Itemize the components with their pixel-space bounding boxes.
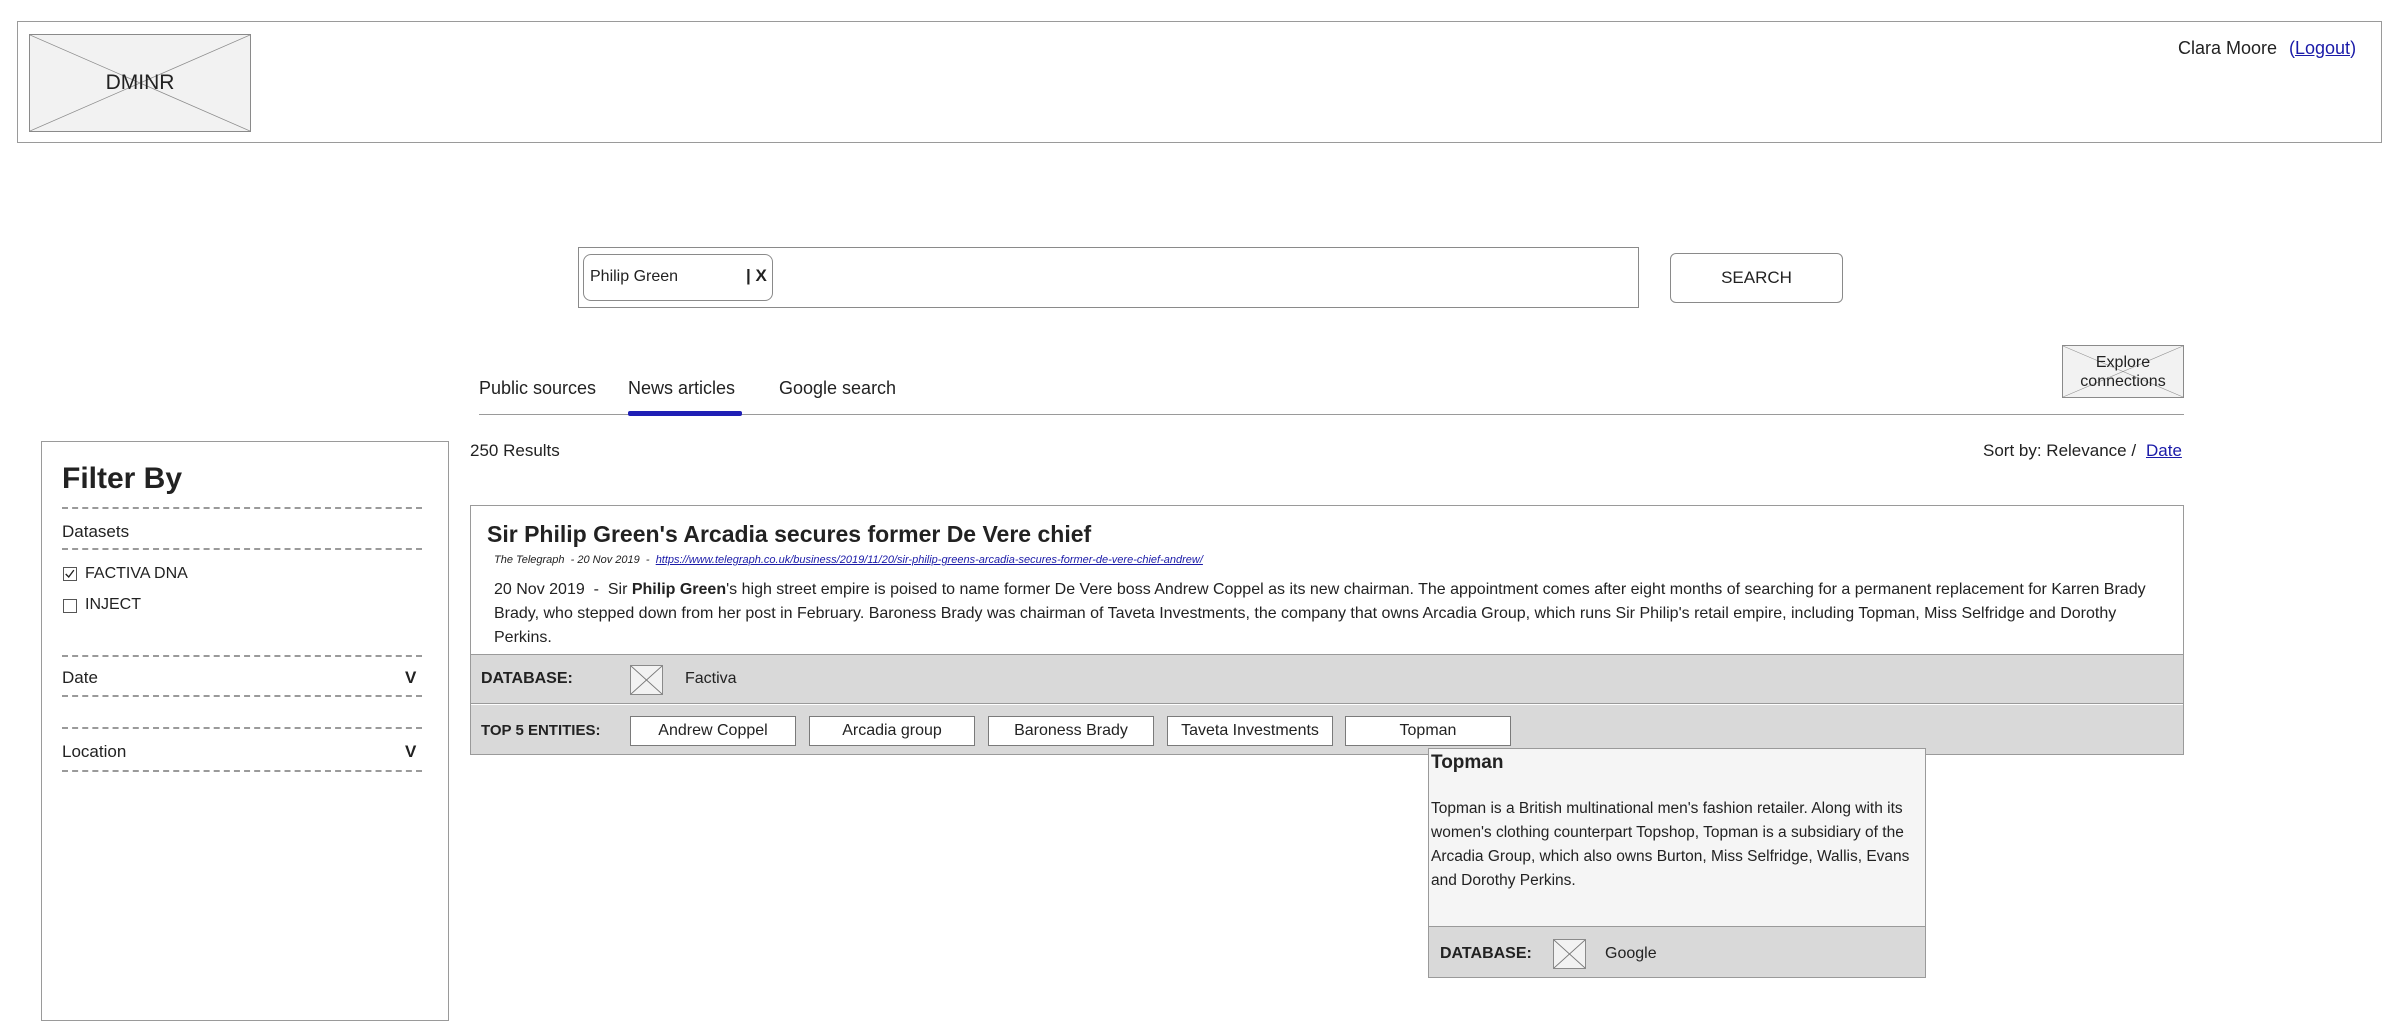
divider: [62, 727, 422, 729]
explore-connections-button[interactable]: Explore connections: [2062, 345, 2184, 398]
date-filter-label: Date: [62, 668, 98, 687]
article-snippet: 20 Nov 2019 - Sir Philip Green's high st…: [494, 581, 2146, 646]
divider: [62, 695, 422, 697]
entity-chip[interactable]: Arcadia group: [809, 716, 975, 746]
logout-paren-close: ): [2350, 38, 2357, 58]
search-chip-text: Philip Green: [590, 268, 679, 285]
meta-separator: -: [642, 554, 653, 566]
sort-by-date-link[interactable]: Date: [2146, 441, 2182, 461]
article-url-link[interactable]: https://www.telegraph.co.uk/business/201…: [656, 554, 1203, 566]
entity-chip[interactable]: Baroness Brady: [988, 716, 1154, 746]
meta-separator: -: [567, 554, 578, 566]
factiva-dna-label: FACTIVA DNA: [85, 565, 188, 582]
tab-news-articles[interactable]: News articles: [628, 378, 735, 399]
popup-database-value: Google: [1605, 945, 1657, 962]
snippet-text: 's high street empire is poised to name …: [494, 581, 2146, 646]
popup-database-label: DATABASE:: [1440, 945, 1532, 962]
logout-link-wrapper: (Logout): [2289, 38, 2356, 59]
snippet-date: 20 Nov 2019: [494, 581, 585, 598]
divider: [62, 770, 422, 772]
popup-description: Topman is a British multinational men's …: [1431, 800, 1910, 889]
article-title[interactable]: Sir Philip Green's Arcadia secures forme…: [487, 521, 1091, 548]
divider: [62, 507, 422, 509]
location-chevron-icon[interactable]: V: [405, 742, 416, 762]
explore-label-line1: Explore: [2095, 354, 2151, 371]
article-source: The Telegraph: [494, 554, 565, 566]
sort-label: Sort by: Relevance /: [1983, 441, 2137, 460]
divider: [62, 655, 422, 657]
snippet-lead: Sir: [607, 581, 628, 598]
inject-checkbox[interactable]: [63, 599, 77, 613]
database-label: DATABASE:: [481, 670, 573, 687]
entity-chip[interactable]: Andrew Coppel: [630, 716, 796, 746]
logo-text: DMINR: [105, 71, 175, 94]
divider: [62, 548, 422, 550]
database-value: Factiva: [685, 670, 737, 687]
results-count: 250 Results: [470, 441, 560, 460]
datasets-label: Datasets: [62, 522, 130, 541]
search-chip-clear-icon[interactable]: | X: [746, 266, 767, 286]
inject-label: INJECT: [85, 596, 141, 613]
user-name: Clara Moore: [2178, 38, 2278, 58]
date-chevron-icon[interactable]: V: [405, 668, 416, 688]
logout-link[interactable]: Logout: [2295, 38, 2350, 58]
header-bar: [17, 21, 2382, 143]
entity-chip[interactable]: Taveta Investments: [1167, 716, 1333, 746]
entities-label: TOP 5 ENTITIES:: [481, 722, 601, 739]
search-button[interactable]: SEARCH: [1670, 253, 1843, 303]
logo: DMINR: [29, 34, 251, 132]
article-meta: The Telegraph - 20 Nov 2019 - https://ww…: [494, 554, 1203, 566]
factiva-dna-checkbox[interactable]: [63, 567, 77, 581]
explore-label-line2: connections: [2080, 373, 2166, 390]
entity-chip[interactable]: Topman: [1345, 716, 1511, 746]
snippet-highlight: Philip Green: [631, 581, 727, 598]
article-date: 20 Nov 2019: [577, 554, 640, 566]
location-filter-label: Location: [62, 742, 127, 761]
popup-title: Topman: [1431, 752, 1504, 773]
popup-database-image-icon: [1553, 939, 1586, 969]
active-tab-indicator: [628, 411, 742, 416]
tab-google-search[interactable]: Google search: [779, 378, 896, 399]
tab-public-sources[interactable]: Public sources: [479, 378, 596, 399]
database-image-icon: [630, 665, 663, 695]
filter-title: Filter By: [62, 462, 183, 495]
